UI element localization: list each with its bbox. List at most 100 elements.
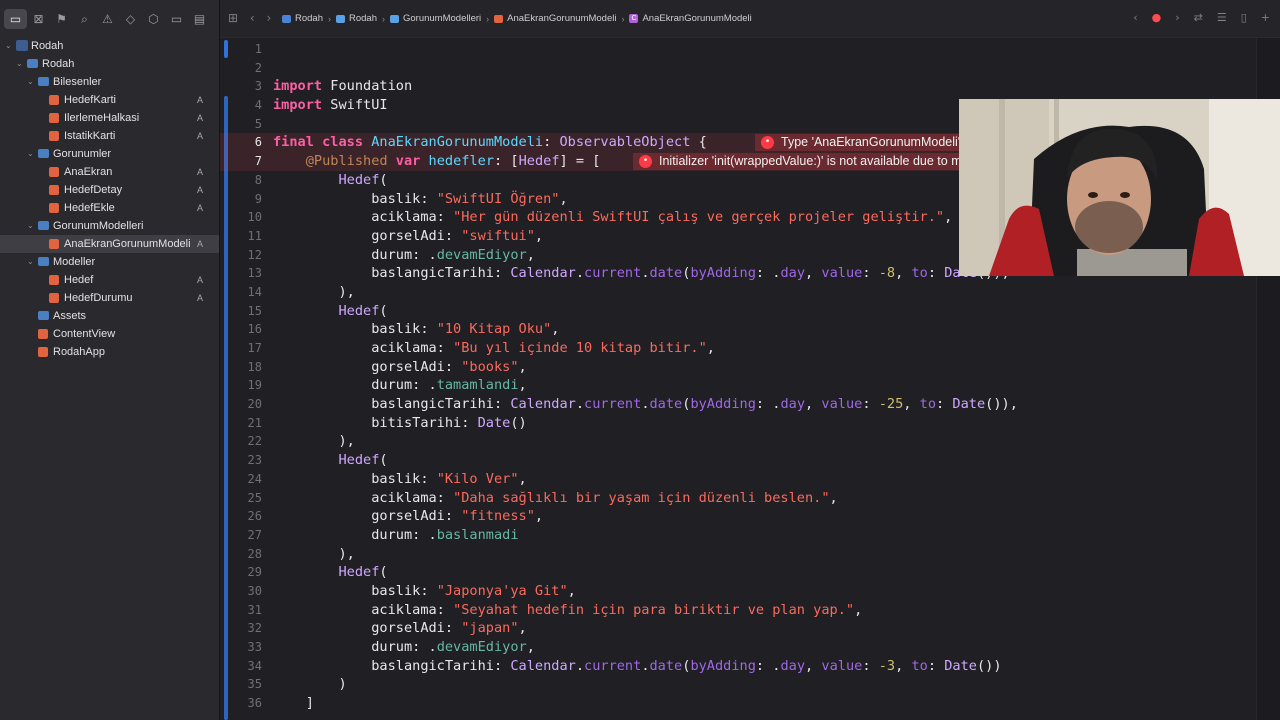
tree-file-row[interactable]: AnaEkran A [0, 163, 219, 181]
code-line[interactable]: 20 baslangicTarihi: Calendar.current.dat… [220, 395, 1256, 414]
code-token: "SwiftUI Öğren" [436, 190, 560, 207]
code-token: ObservableObject [559, 134, 691, 151]
code-line[interactable]: 23 Hedef( [220, 451, 1256, 470]
forward-arrow-icon[interactable]: › [267, 11, 272, 25]
disclosure-chevron-icon[interactable]: ⌄ [5, 37, 12, 55]
back-arrow-icon[interactable]: ‹ [250, 11, 255, 25]
line-number: 33 [247, 640, 262, 654]
disclosure-chevron-icon[interactable]: ⌄ [16, 55, 23, 73]
code-token: baslanmadi [436, 526, 519, 543]
code-text: aciklama: "Daha sağlıklı bir yaşam için … [273, 489, 838, 508]
code-line[interactable]: 33 durum: .devamEdiyor, [220, 638, 1256, 657]
breadcrumb-item[interactable]: AnaEkranGorunumModeli › [494, 13, 624, 24]
code-line[interactable]: 3 import Foundation [220, 77, 1256, 96]
issue-icon[interactable]: ⚠ [96, 9, 119, 29]
test-icon[interactable]: ◇ [119, 9, 142, 29]
tree-file-row[interactable]: HedefKarti A [0, 91, 219, 109]
tree-file-row[interactable]: HedefDetay A [0, 181, 219, 199]
breadcrumb-item[interactable]: Rodah › [282, 13, 331, 24]
tree-folder-row[interactable]: ⌄ Gorunumler [0, 145, 219, 163]
code-line[interactable]: 16 baslik: "10 Kitap Oku", [220, 320, 1256, 339]
tree-file-row[interactable]: HedefDurumu A [0, 289, 219, 307]
code-line[interactable]: 2 [220, 59, 1256, 78]
code-line[interactable]: 18 gorselAdi: "books", [220, 358, 1256, 377]
report-icon[interactable]: ▤ [188, 9, 211, 29]
disclosure-chevron-icon[interactable]: ⌄ [27, 253, 34, 271]
tree-file-row[interactable]: RodahApp [0, 343, 219, 361]
code-line[interactable]: 24 baslik: "Kilo Ver", [220, 470, 1256, 489]
code-line[interactable]: 31 aciklama: "Seyahat hedefin için para … [220, 601, 1256, 620]
code-token: class [322, 134, 364, 151]
disclosure-chevron-icon[interactable]: ⌄ [27, 73, 34, 91]
tree-file-row[interactable]: AnaEkranGorunumModeli A [0, 235, 219, 253]
code-token: day [780, 396, 806, 413]
code-line[interactable]: 32 gorselAdi: "japan", [220, 619, 1256, 638]
tree-file-row[interactable]: Assets [0, 307, 219, 325]
folder-icon[interactable]: ▭ [4, 9, 27, 29]
code-line[interactable]: 30 baslik: "Japonya'ya Git", [220, 582, 1256, 601]
code-line[interactable]: 35 ) [220, 675, 1256, 694]
code-line[interactable]: 19 durum: .tamamlandi, [220, 376, 1256, 395]
code-token: Hedef [338, 564, 380, 581]
tree-file-row[interactable]: ContentView [0, 325, 219, 343]
breadcrumb-item[interactable]: Rodah › [336, 13, 385, 24]
code-line[interactable]: 34 baslangicTarihi: Calendar.current.dat… [220, 657, 1256, 676]
tree-file-row[interactable]: Hedef A [0, 271, 219, 289]
breakpoint-icon[interactable]: ▭ [165, 9, 188, 29]
code-text: ), [273, 545, 354, 564]
code-text: baslangicTarihi: Calendar.current.date(b… [273, 264, 1010, 283]
code-token: devamEdiyor [436, 246, 527, 263]
tree-file-row[interactable]: IlerlemeHalkasi A [0, 109, 219, 127]
tree-folder-row[interactable]: ⌄ GorunumModelleri [0, 217, 219, 235]
tree-folder-row[interactable]: ⌄ Rodah [0, 55, 219, 73]
disclosure-chevron-icon[interactable]: ⌄ [27, 217, 34, 235]
file-tree: ⌄ Rodah ⌄ Rodah ⌄ Bilesenler HedefKarti A Ilerle… [0, 37, 219, 361]
tree-folder-row[interactable]: ⌄ Modeller [0, 253, 219, 271]
tree-file-row[interactable]: IstatikKarti A [0, 127, 219, 145]
tree-file-row[interactable]: HedefEkle A [0, 199, 219, 217]
debug-icon[interactable]: ⬡ [142, 9, 165, 29]
code-token: durum: . [273, 377, 437, 394]
code-line[interactable]: 27 durum: .baslanmadi [220, 526, 1256, 545]
code-line[interactable]: 21 bitisTarihi: Date() [220, 414, 1256, 433]
related-items-icon[interactable]: ⊞ [228, 11, 238, 25]
code-line[interactable]: 1 [220, 40, 1256, 59]
code-line[interactable]: 26 gorselAdi: "fitness", [220, 507, 1256, 526]
disclosure-chevron-icon[interactable]: ⌄ [27, 145, 34, 163]
code-token: "fitness" [461, 508, 535, 525]
breadcrumb-label: Rodah [349, 13, 377, 24]
breadcrumb-item[interactable]: C AnaEkranGorunumModeli [629, 13, 752, 24]
code-line[interactable]: 36 ] [220, 694, 1256, 713]
source-control-icon[interactable]: ⊠ [27, 9, 50, 29]
tree-folder-row[interactable]: ⌄ Rodah [0, 37, 219, 55]
code-line[interactable]: 17 aciklama: "Bu yıl içinde 10 kitap bit… [220, 339, 1256, 358]
code-token: current [584, 396, 642, 413]
error-indicator-icon[interactable]: ● [1152, 11, 1162, 24]
tree-item-label: RodahApp [53, 346, 105, 358]
code-token: import [273, 78, 323, 95]
editor-nav-controls: ⊞ ‹ › [228, 11, 271, 25]
adjust-editor-icon[interactable]: ☰ [1217, 11, 1227, 24]
code-token: date [649, 265, 683, 282]
code-line[interactable]: 22 ), [220, 432, 1256, 451]
find-icon[interactable]: ⌕ [73, 9, 96, 29]
code-text: gorselAdi: "fitness", [273, 507, 543, 526]
code-line[interactable]: 29 Hedef( [220, 563, 1256, 582]
code-line[interactable]: 15 Hedef( [220, 302, 1256, 321]
split-editor-icon[interactable]: ▯ [1241, 11, 1247, 24]
source-control-changes-icon[interactable]: ⇄ [1194, 11, 1203, 24]
code-token: gorselAdi: [273, 620, 462, 637]
next-issue-icon[interactable]: › [1175, 11, 1179, 24]
code-line[interactable]: 28 ), [220, 545, 1256, 564]
prev-issue-icon[interactable]: ‹ [1133, 11, 1137, 24]
code-token: gorselAdi: [273, 358, 462, 375]
tree-folder-row[interactable]: ⌄ Bilesenler [0, 73, 219, 91]
code-line[interactable]: 25 aciklama: "Daha sağlıklı bir yaşam iç… [220, 489, 1256, 508]
code-line[interactable]: 14 ), [220, 283, 1256, 302]
bookmark-icon[interactable]: ⚑ [50, 9, 73, 29]
breadcrumb-item[interactable]: GorunumModelleri › [390, 13, 489, 24]
add-editor-icon[interactable]: + [1261, 11, 1270, 24]
line-number: 9 [254, 191, 262, 206]
